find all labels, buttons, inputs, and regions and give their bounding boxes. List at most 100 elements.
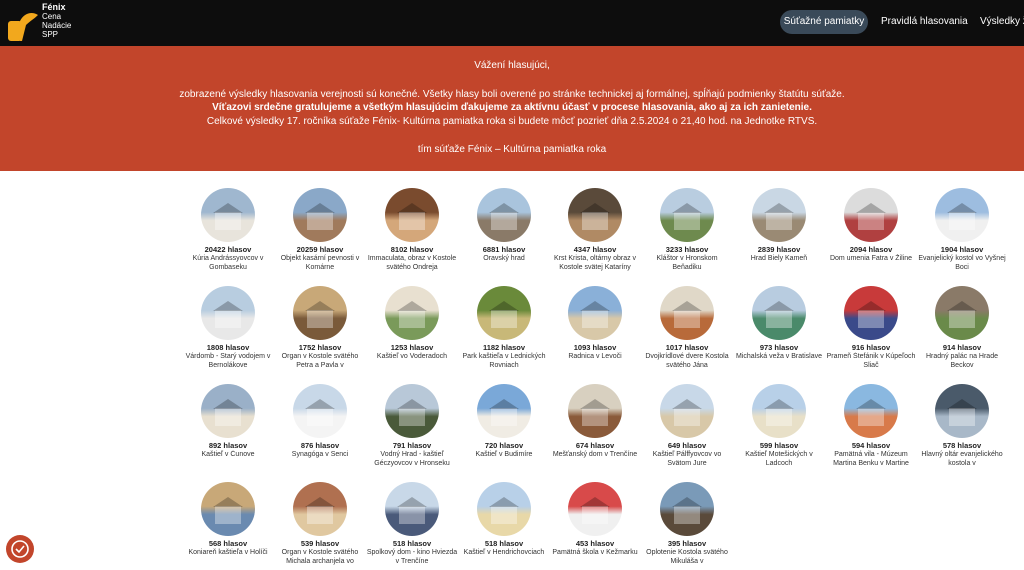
- monument-card[interactable]: 791 hlasov Vodný Hrad - kaštieľ Géczyovco…: [366, 384, 458, 468]
- monument-photo[interactable]: [293, 286, 347, 340]
- monument-card[interactable]: 2094 hlasov Dom umenia Fatra v Žiline: [825, 188, 917, 272]
- monument-card[interactable]: 518 hlasov Spolkový dom - kino Hviezda v …: [366, 482, 458, 566]
- monument-name[interactable]: Kláštor v Hronskom Beňadiku: [641, 254, 733, 272]
- monument-photo[interactable]: [477, 384, 531, 438]
- monument-card[interactable]: 8102 hlasov Immaculata, obraz v Kostole s…: [366, 188, 458, 272]
- monument-name[interactable]: Mešťanský dom v Trenčíne: [549, 450, 641, 468]
- monument-photo[interactable]: [660, 286, 714, 340]
- monument-card[interactable]: 6881 hlasov Oravský hrad: [458, 188, 550, 272]
- monument-name[interactable]: Pamätná vila - Múzeum Martina Benku v Ma…: [825, 450, 917, 468]
- monument-name[interactable]: Krst Krista, oltárny obraz v Kostole svä…: [549, 254, 641, 272]
- monument-photo[interactable]: [844, 286, 898, 340]
- monument-photo[interactable]: [477, 286, 531, 340]
- monument-photo[interactable]: [660, 482, 714, 536]
- monument-card[interactable]: 1253 hlasov Kaštieľ vo Voderadoch: [366, 286, 458, 370]
- monument-name[interactable]: Oplotenie Kostola svätého Mikuláša v: [641, 548, 733, 566]
- monument-card[interactable]: 453 hlasov Pamätná škola v Kežmarku: [549, 482, 641, 566]
- monument-photo[interactable]: [935, 188, 989, 242]
- monument-name[interactable]: Dvojkrídlové dvere Kostola svätého Jána: [641, 352, 733, 370]
- monument-photo[interactable]: [201, 482, 255, 536]
- monument-card[interactable]: 916 hlasov Prameň Štefánik v Kúpeľoch Sli…: [825, 286, 917, 370]
- monument-photo[interactable]: [201, 286, 255, 340]
- monument-photo[interactable]: [477, 482, 531, 536]
- monument-name[interactable]: Kaštieľ Pálffyovcov vo Svätom Jure: [641, 450, 733, 468]
- monument-card[interactable]: 892 hlasov Kaštieľ v Čunove: [182, 384, 274, 468]
- monument-name[interactable]: Immaculata, obraz v Kostole svätého Ondr…: [366, 254, 458, 272]
- monument-photo[interactable]: [568, 384, 622, 438]
- monument-name[interactable]: Organ v Kostole svätého Petra a Pavla v: [274, 352, 366, 370]
- monument-name[interactable]: Vodný Hrad - kaštieľ Géczyovcov v Hronse…: [366, 450, 458, 468]
- monument-name[interactable]: Pamätná škola v Kežmarku: [549, 548, 641, 566]
- monument-photo[interactable]: [385, 384, 439, 438]
- monument-photo[interactable]: [201, 188, 255, 242]
- monument-photo[interactable]: [568, 482, 622, 536]
- cookie-settings-button[interactable]: [6, 535, 34, 563]
- monument-card[interactable]: 674 hlasov Mešťanský dom v Trenčíne: [549, 384, 641, 468]
- monument-card[interactable]: 1182 hlasov Park kaštieľa v Lednických Ro…: [458, 286, 550, 370]
- monument-photo[interactable]: [385, 286, 439, 340]
- monument-card[interactable]: 1017 hlasov Dvojkrídlové dvere Kostola sv…: [641, 286, 733, 370]
- monument-photo[interactable]: [568, 188, 622, 242]
- monument-card[interactable]: 876 hlasov Synagóga v Senci: [274, 384, 366, 468]
- monument-name[interactable]: Park kaštieľa v Lednických Rovniach: [458, 352, 550, 370]
- monument-card[interactable]: 568 hlasov Koniareň kaštieľa v Holíči: [182, 482, 274, 566]
- monument-card[interactable]: 578 hlasov Hlavný oltár evanjelického kos…: [916, 384, 1008, 468]
- monument-photo[interactable]: [844, 384, 898, 438]
- monument-photo[interactable]: [477, 188, 531, 242]
- monument-name[interactable]: Prameň Štefánik v Kúpeľoch Sliač: [825, 352, 917, 370]
- monument-photo[interactable]: [935, 384, 989, 438]
- monument-card[interactable]: 1752 hlasov Organ v Kostole svätého Petra…: [274, 286, 366, 370]
- monument-photo[interactable]: [293, 384, 347, 438]
- monument-card[interactable]: 973 hlasov Michalská veža v Bratislave: [733, 286, 825, 370]
- monument-card[interactable]: 720 hlasov Kaštieľ v Budimíre: [458, 384, 550, 468]
- monument-card[interactable]: 2839 hlasov Hrad Biely Kameň: [733, 188, 825, 272]
- monument-photo[interactable]: [293, 482, 347, 536]
- monument-name[interactable]: Kaštieľ v Čunove: [182, 450, 274, 468]
- monument-card[interactable]: 3233 hlasov Kláštor v Hronskom Beňadiku: [641, 188, 733, 272]
- monument-name[interactable]: Kaštieľ v Hendrichovciach: [458, 548, 550, 566]
- monument-name[interactable]: Spolkový dom - kino Hviezda v Trenčíne: [366, 548, 458, 566]
- monument-card[interactable]: 539 hlasov Organ v Kostole svätého Michal…: [274, 482, 366, 566]
- monument-name[interactable]: Evanjelický kostol vo Vyšnej Boci: [916, 254, 1008, 272]
- monument-name[interactable]: Kúria Andrássyovcov v Gombaseku: [182, 254, 274, 272]
- monument-name[interactable]: Organ v Kostole svätého Michala archanje…: [274, 548, 366, 566]
- monument-name[interactable]: Kaštieľ Motešických v Ladcoch: [733, 450, 825, 468]
- monument-name[interactable]: Michalská veža v Bratislave: [733, 352, 825, 370]
- monument-photo[interactable]: [385, 482, 439, 536]
- monument-name[interactable]: Hradný palác na Hrade Beckov: [916, 352, 1008, 370]
- monument-name[interactable]: Radnica v Levoči: [549, 352, 641, 370]
- monument-card[interactable]: 1808 hlasov Várdomb - Starý vodojem v Ber…: [182, 286, 274, 370]
- monument-name[interactable]: Oravský hrad: [458, 254, 550, 272]
- monument-card[interactable]: 395 hlasov Oplotenie Kostola svätého Miku…: [641, 482, 733, 566]
- monument-photo[interactable]: [752, 188, 806, 242]
- monument-name[interactable]: Hrad Biely Kameň: [733, 254, 825, 272]
- monument-photo[interactable]: [660, 384, 714, 438]
- monument-name[interactable]: Kaštieľ vo Voderadoch: [366, 352, 458, 370]
- monument-name[interactable]: Hlavný oltár evanjelického kostola v: [916, 450, 1008, 468]
- monument-photo[interactable]: [660, 188, 714, 242]
- monument-card[interactable]: 20422 hlasov Kúria Andrássyovcov v Gombas…: [182, 188, 274, 272]
- monument-photo[interactable]: [935, 286, 989, 340]
- monument-name[interactable]: Koniareň kaštieľa v Holíči: [182, 548, 274, 566]
- monument-name[interactable]: Synagóga v Senci: [274, 450, 366, 468]
- monument-name[interactable]: Kaštieľ v Budimíre: [458, 450, 550, 468]
- monument-photo[interactable]: [844, 188, 898, 242]
- monument-name[interactable]: Objekt kasární pevnosti v Komárne: [274, 254, 366, 272]
- monument-photo[interactable]: [385, 188, 439, 242]
- monument-card[interactable]: 599 hlasov Kaštieľ Motešických v Ladcoch: [733, 384, 825, 468]
- monument-card[interactable]: 1093 hlasov Radnica v Levoči: [549, 286, 641, 370]
- monument-photo[interactable]: [293, 188, 347, 242]
- monument-name[interactable]: Várdomb - Starý vodojem v Bernolákove: [182, 352, 274, 370]
- monument-card[interactable]: 20259 hlasov Objekt kasární pevnosti v Ko…: [274, 188, 366, 272]
- monument-photo[interactable]: [201, 384, 255, 438]
- monument-photo[interactable]: [752, 286, 806, 340]
- monument-card[interactable]: 914 hlasov Hradný palác na Hrade Beckov: [916, 286, 1008, 370]
- monument-name[interactable]: Dom umenia Fatra v Žiline: [825, 254, 917, 272]
- monument-card[interactable]: 649 hlasov Kaštieľ Pálffyovcov vo Svätom …: [641, 384, 733, 468]
- monument-photo[interactable]: [752, 384, 806, 438]
- monument-card[interactable]: 4347 hlasov Krst Krista, oltárny obraz v …: [549, 188, 641, 272]
- monument-card[interactable]: 1904 hlasov Evanjelický kostol vo Vyšnej …: [916, 188, 1008, 272]
- monument-photo[interactable]: [568, 286, 622, 340]
- monument-card[interactable]: 594 hlasov Pamätná vila - Múzeum Martina …: [825, 384, 917, 468]
- monument-card[interactable]: 518 hlasov Kaštieľ v Hendrichovciach: [458, 482, 550, 566]
